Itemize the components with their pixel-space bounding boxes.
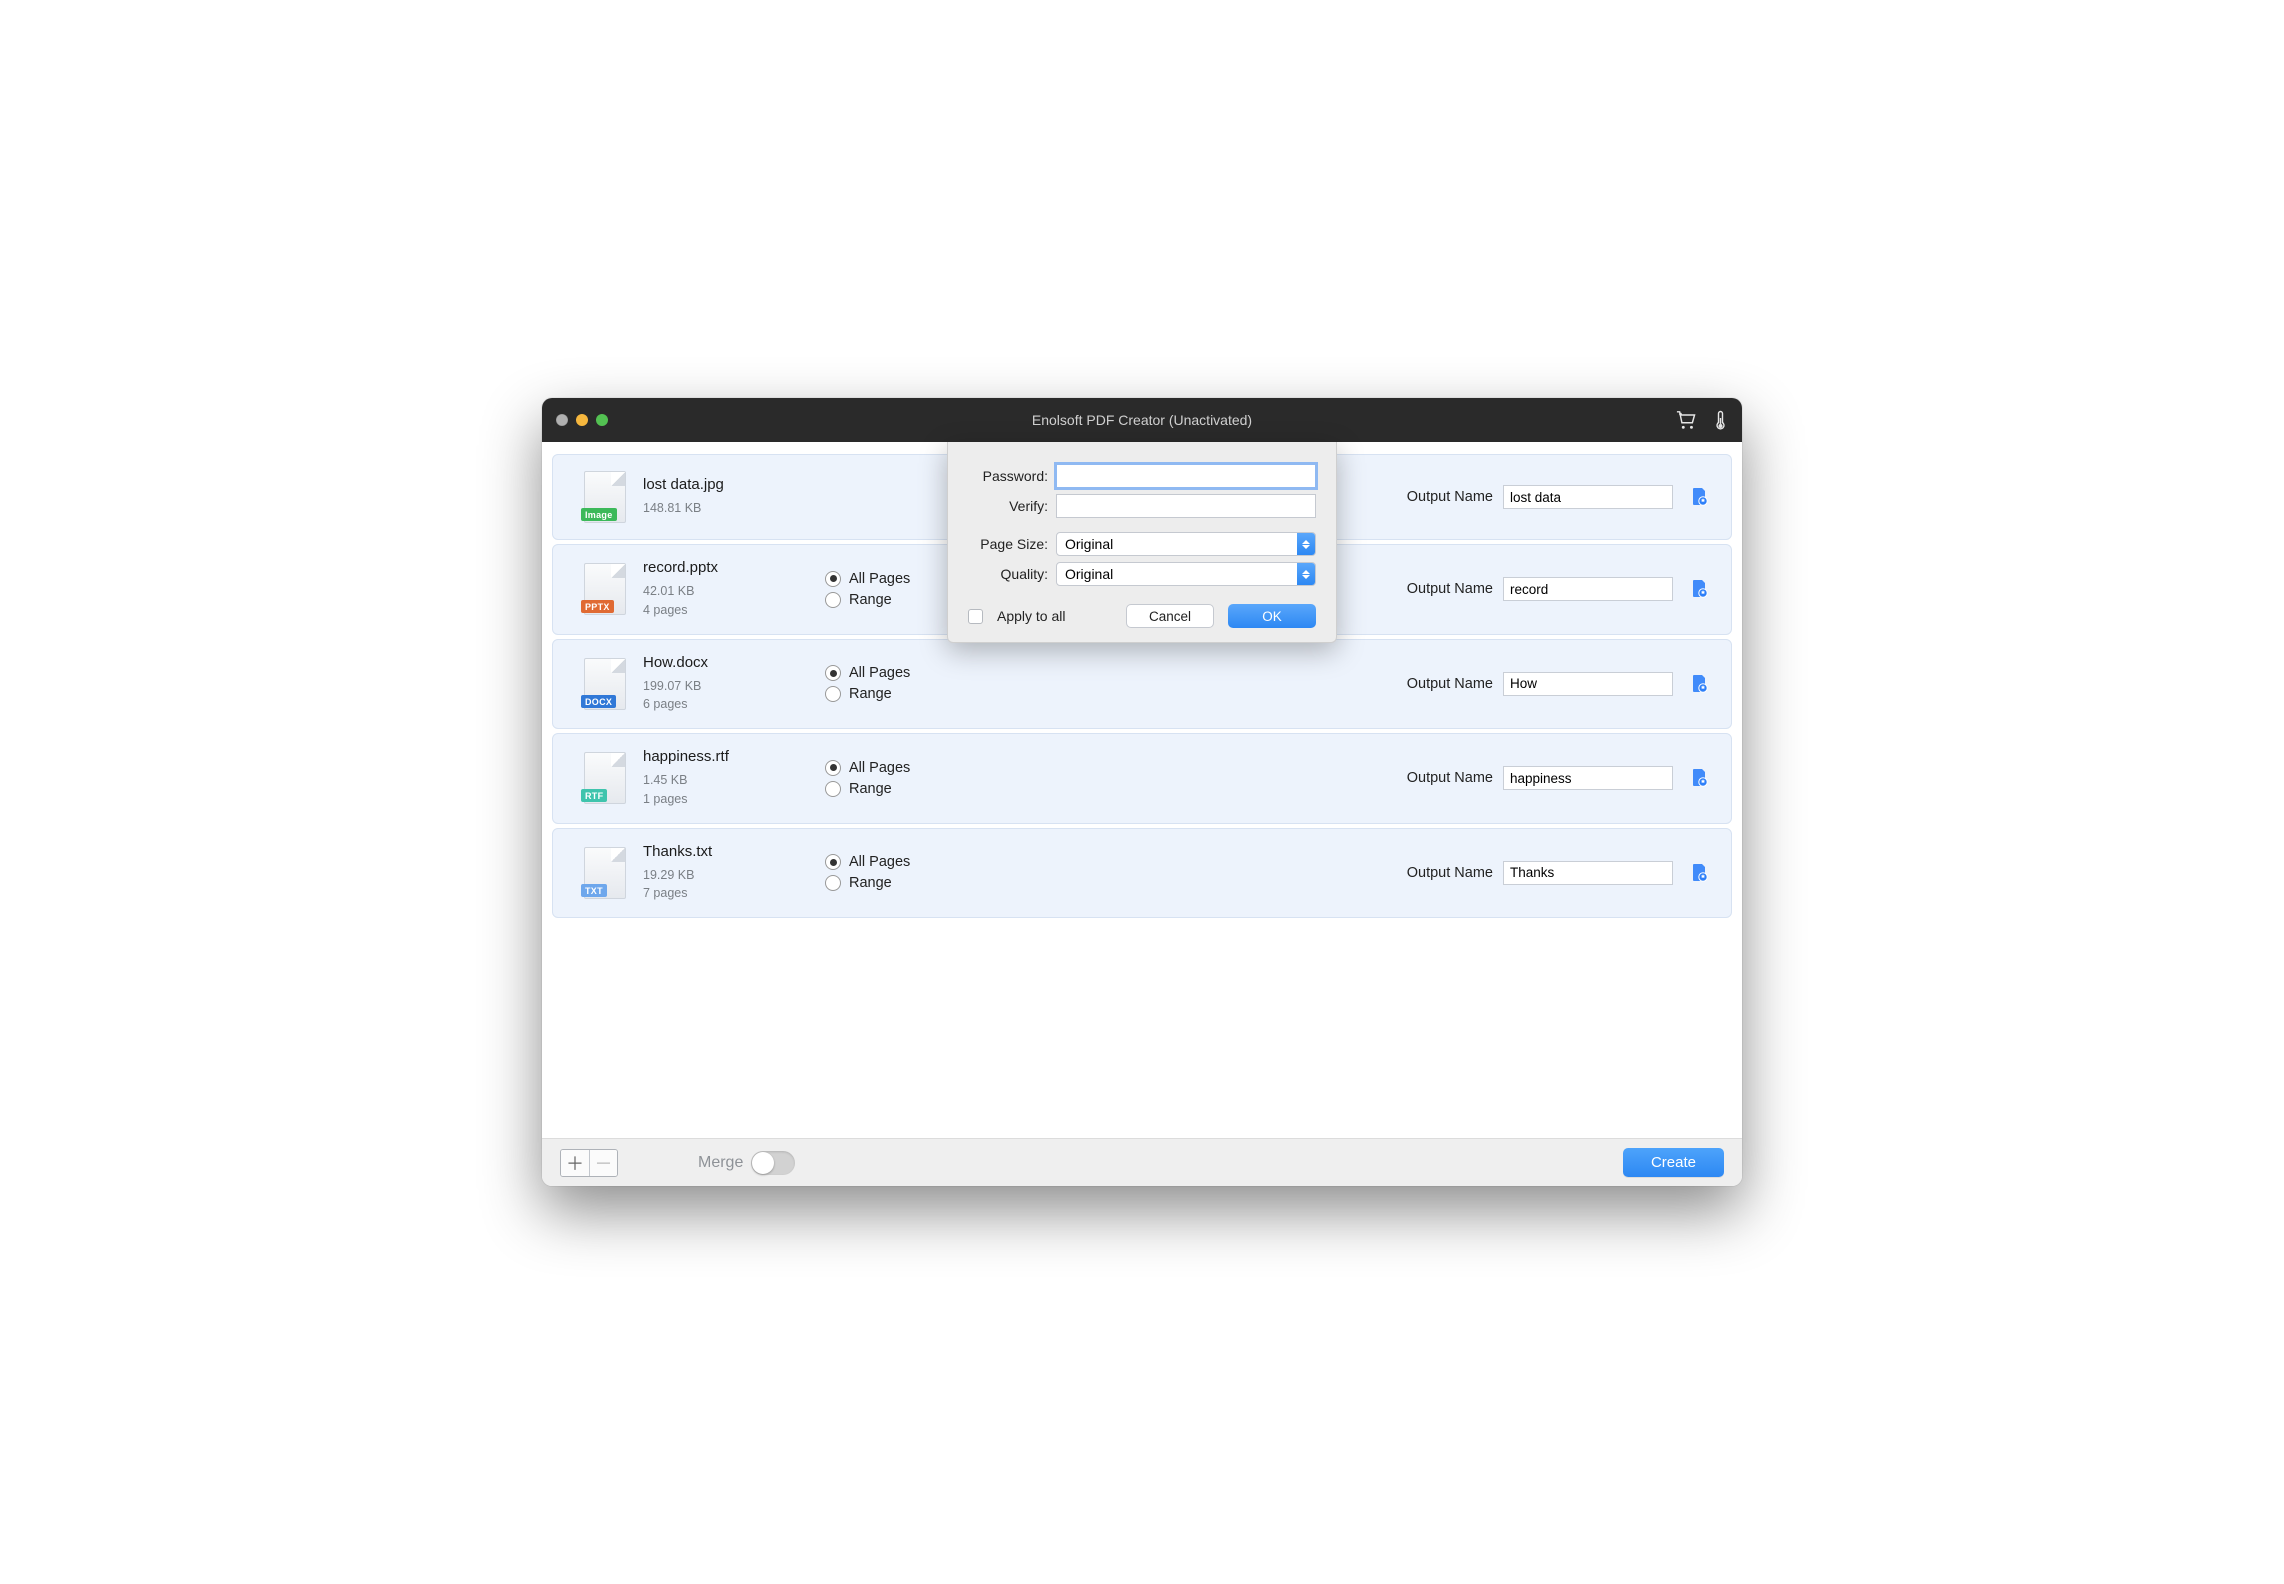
file-settings-icon[interactable] <box>1689 768 1709 788</box>
file-type-icon: RTF <box>584 752 626 804</box>
output-name-input[interactable] <box>1503 861 1673 885</box>
password-input[interactable] <box>1056 464 1316 488</box>
output-name-label: Output Name <box>1407 770 1493 786</box>
merge-label: Merge <box>698 1154 743 1172</box>
output-name-input[interactable] <box>1503 766 1673 790</box>
file-type-icon: PPTX <box>584 563 626 615</box>
file-name: lost data.jpg <box>643 476 825 493</box>
merge-toggle[interactable] <box>751 1151 795 1175</box>
output-name-label: Output Name <box>1407 676 1493 692</box>
output-name-input[interactable] <box>1503 485 1673 509</box>
file-size: 199.07 KB <box>643 677 825 696</box>
file-settings-icon[interactable] <box>1689 863 1709 883</box>
pagesize-select[interactable]: Original <box>1056 532 1316 556</box>
all-pages-radio[interactable] <box>825 571 841 587</box>
all-pages-radio[interactable] <box>825 854 841 870</box>
password-label: Password: <box>968 468 1056 484</box>
settings-dialog: Password: Verify: Page Size: Original Qu… <box>947 442 1337 643</box>
create-button[interactable]: Create <box>1623 1148 1724 1177</box>
file-settings-icon[interactable] <box>1689 674 1709 694</box>
quality-label: Quality: <box>968 566 1056 582</box>
file-size: 1.45 KB <box>643 771 825 790</box>
file-pages: 4 pages <box>643 601 825 620</box>
range-radio[interactable] <box>825 781 841 797</box>
apply-to-all-label: Apply to all <box>997 608 1065 624</box>
file-pages: 1 pages <box>643 790 825 809</box>
file-row[interactable]: TXT Thanks.txt 19.29 KB 7 pages All Page… <box>552 828 1732 919</box>
file-settings-icon[interactable] <box>1689 487 1709 507</box>
file-name: How.docx <box>643 654 825 671</box>
file-row[interactable]: RTF happiness.rtf 1.45 KB 1 pages All Pa… <box>552 733 1732 824</box>
file-row[interactable]: DOCX How.docx 199.07 KB 6 pages All Page… <box>552 639 1732 730</box>
add-file-button[interactable]: ＋ <box>561 1150 589 1176</box>
file-settings-icon[interactable] <box>1689 579 1709 599</box>
all-pages-radio[interactable] <box>825 760 841 776</box>
cancel-button[interactable]: Cancel <box>1126 604 1214 628</box>
output-name-input[interactable] <box>1503 672 1673 696</box>
all-pages-radio[interactable] <box>825 665 841 681</box>
window-title: Enolsoft PDF Creator (Unactivated) <box>542 412 1742 428</box>
verify-input[interactable] <box>1056 494 1316 518</box>
app-window: Enolsoft PDF Creator (Unactivated) <box>542 398 1742 1186</box>
file-type-icon: TXT <box>584 847 626 899</box>
range-radio[interactable] <box>825 686 841 702</box>
file-type-icon: DOCX <box>584 658 626 710</box>
range-radio[interactable] <box>825 875 841 891</box>
file-pages: 6 pages <box>643 695 825 714</box>
file-name: record.pptx <box>643 559 825 576</box>
pagesize-label: Page Size: <box>968 536 1056 552</box>
file-size: 42.01 KB <box>643 582 825 601</box>
chevron-updown-icon <box>1297 533 1315 555</box>
titlebar: Enolsoft PDF Creator (Unactivated) <box>542 398 1742 442</box>
file-name: happiness.rtf <box>643 748 825 765</box>
verify-label: Verify: <box>968 498 1056 514</box>
file-type-icon: Image <box>584 471 626 523</box>
ok-button[interactable]: OK <box>1228 604 1316 628</box>
file-pages: 7 pages <box>643 884 825 903</box>
apply-to-all-checkbox[interactable] <box>968 609 983 624</box>
output-name-label: Output Name <box>1407 489 1493 505</box>
file-size: 148.81 KB <box>643 499 825 518</box>
chevron-updown-icon <box>1297 563 1315 585</box>
range-radio[interactable] <box>825 592 841 608</box>
remove-file-button[interactable]: － <box>589 1150 617 1176</box>
bottom-toolbar: ＋ － Merge Create <box>542 1138 1742 1186</box>
file-size: 19.29 KB <box>643 866 825 885</box>
quality-select[interactable]: Original <box>1056 562 1316 586</box>
output-name-label: Output Name <box>1407 865 1493 881</box>
output-name-input[interactable] <box>1503 577 1673 601</box>
file-name: Thanks.txt <box>643 843 825 860</box>
output-name-label: Output Name <box>1407 581 1493 597</box>
